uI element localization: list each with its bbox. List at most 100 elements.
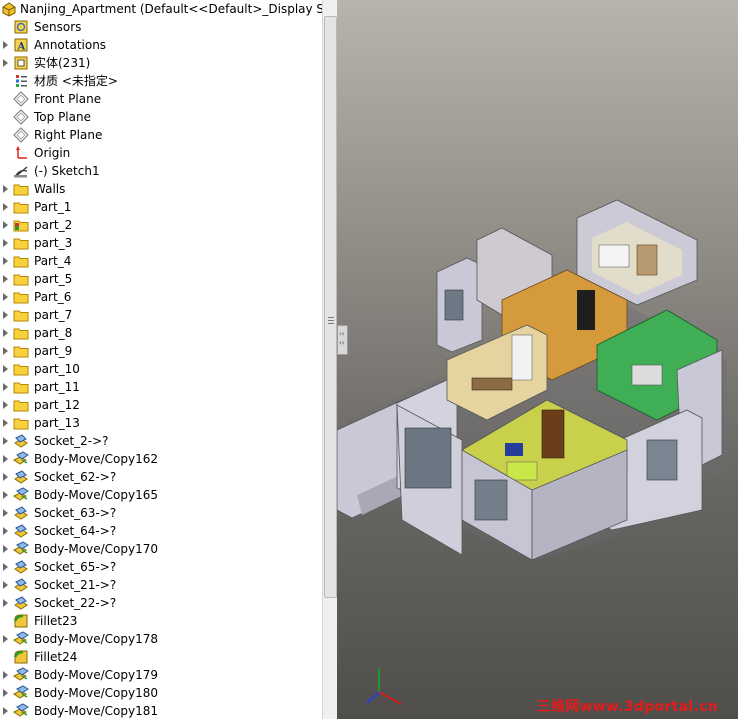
tree-item-label: Socket_65->?	[34, 560, 117, 574]
tree-item[interactable]: Body-Move/Copy181	[0, 702, 322, 719]
tree-item[interactable]: A Annotations	[0, 36, 322, 54]
expand-arrow-icon[interactable]	[0, 342, 12, 360]
expand-arrow-icon[interactable]	[0, 378, 12, 396]
tree-item[interactable]: Origin	[0, 144, 322, 162]
tree-item[interactable]: (-) Sketch1	[0, 162, 322, 180]
expand-arrow-icon[interactable]	[0, 558, 12, 576]
move-copy-icon	[12, 486, 30, 504]
tree-item-label: Body-Move/Copy165	[34, 488, 158, 502]
expand-arrow-icon[interactable]	[0, 396, 12, 414]
expand-arrow-icon[interactable]	[0, 414, 12, 432]
tree-item[interactable]: part_2	[0, 216, 322, 234]
tree-item[interactable]: 实体(231)	[0, 54, 322, 72]
tree-item[interactable]: 材质 <未指定>	[0, 72, 322, 90]
assembly-icon	[0, 0, 18, 18]
tree-item-label: Fillet23	[34, 614, 78, 628]
tree-item[interactable]: Body-Move/Copy162	[0, 450, 322, 468]
tree-item[interactable]: Walls	[0, 180, 322, 198]
tree-item[interactable]: part_10	[0, 360, 322, 378]
expand-arrow-icon[interactable]	[0, 684, 12, 702]
expand-arrow-icon[interactable]	[0, 468, 12, 486]
panel-collapse-handle[interactable]: ‹‹ ‹‹	[337, 325, 348, 355]
tree-item-label: Part_4	[34, 254, 72, 268]
tree-item-label: part_13	[34, 416, 80, 430]
tree-item[interactable]: Body-Move/Copy180	[0, 684, 322, 702]
tree-item[interactable]: Part_6	[0, 288, 322, 306]
tree-item[interactable]: part_13	[0, 414, 322, 432]
expand-arrow-icon[interactable]	[0, 306, 12, 324]
tree-item[interactable]: Body-Move/Copy178	[0, 630, 322, 648]
sensors-icon	[12, 18, 30, 36]
svg-text:A: A	[17, 42, 26, 53]
expand-arrow-icon[interactable]	[0, 288, 12, 306]
tree-item[interactable]: Right Plane	[0, 126, 322, 144]
tree-item[interactable]: part_11	[0, 378, 322, 396]
tree-item[interactable]: Socket_63->?	[0, 504, 322, 522]
apartment-3d-model[interactable]	[337, 0, 738, 719]
folder-icon	[12, 234, 30, 252]
tree-item[interactable]: Body-Move/Copy179	[0, 666, 322, 684]
expand-arrow-icon[interactable]	[0, 252, 12, 270]
expand-arrow-icon[interactable]	[0, 360, 12, 378]
tree-item-label: part_3	[34, 236, 73, 250]
expand-arrow-icon[interactable]	[0, 180, 12, 198]
expand-arrow-icon[interactable]	[0, 630, 12, 648]
tree-item[interactable]: Part_1	[0, 198, 322, 216]
tree-scrollbar[interactable]	[322, 0, 337, 719]
tree-item[interactable]: part_8	[0, 324, 322, 342]
tree-item-label: Body-Move/Copy170	[34, 542, 158, 556]
expand-arrow-icon[interactable]	[0, 216, 12, 234]
tree-item[interactable]: part_5	[0, 270, 322, 288]
tree-item-label: Socket_62->?	[34, 470, 117, 484]
tree-item[interactable]: Socket_22->?	[0, 594, 322, 612]
tree-item-label: Body-Move/Copy179	[34, 668, 158, 682]
solid-bodies-icon	[12, 54, 30, 72]
tree-item[interactable]: Socket_64->?	[0, 522, 322, 540]
scrollbar-thumb[interactable]	[324, 16, 337, 598]
tree-item-label: Socket_22->?	[34, 596, 117, 610]
tree-item[interactable]: Socket_2->?	[0, 432, 322, 450]
expand-arrow-icon[interactable]	[0, 666, 12, 684]
tree-item[interactable]: Socket_65->?	[0, 558, 322, 576]
folder-icon	[12, 342, 30, 360]
tree-item[interactable]: Fillet24	[0, 648, 322, 666]
tree-item[interactable]: part_12	[0, 396, 322, 414]
expand-arrow-icon[interactable]	[0, 234, 12, 252]
expand-arrow-icon[interactable]	[0, 486, 12, 504]
graphics-viewport[interactable]: 三维网www.3dportal.cn	[337, 0, 738, 719]
expand-arrow-icon[interactable]	[0, 432, 12, 450]
tree-item[interactable]: Front Plane	[0, 90, 322, 108]
tree-item[interactable]: part_3	[0, 234, 322, 252]
tree-item[interactable]: part_9	[0, 342, 322, 360]
expand-arrow-icon[interactable]	[0, 270, 12, 288]
tree-item[interactable]: Top Plane	[0, 108, 322, 126]
tree-item[interactable]: Part_4	[0, 252, 322, 270]
tree-item[interactable]: part_7	[0, 306, 322, 324]
expand-arrow-icon[interactable]	[0, 324, 12, 342]
expand-arrow-icon[interactable]	[0, 522, 12, 540]
expand-arrow-icon[interactable]	[0, 702, 12, 719]
expand-arrow-icon[interactable]	[0, 54, 12, 72]
expand-arrow-icon[interactable]	[0, 36, 12, 54]
expand-arrow-icon[interactable]	[0, 576, 12, 594]
tree-item-label: 实体(231)	[34, 56, 91, 70]
tree-item[interactable]: Fillet23	[0, 612, 322, 630]
expand-arrow-icon[interactable]	[0, 198, 12, 216]
tree-item[interactable]: Body-Move/Copy170	[0, 540, 322, 558]
tree-item[interactable]: Body-Move/Copy165	[0, 486, 322, 504]
tree-item-label: Body-Move/Copy162	[34, 452, 158, 466]
fillet-icon	[12, 612, 30, 630]
expand-arrow-icon[interactable]	[0, 594, 12, 612]
tree-root-item[interactable]: Nanjing_Apartment (Default<<Default>_Dis…	[0, 0, 322, 18]
expand-arrow-icon[interactable]	[0, 540, 12, 558]
sketch-icon	[12, 162, 30, 180]
move-copy-icon	[12, 684, 30, 702]
tree-item[interactable]: Sensors	[0, 18, 322, 36]
expand-arrow-icon[interactable]	[0, 450, 12, 468]
tree-item[interactable]: Socket_21->?	[0, 576, 322, 594]
tree-item-label: part_5	[34, 272, 73, 286]
expand-arrow-icon[interactable]	[0, 504, 12, 522]
material-icon	[12, 72, 30, 90]
tree-item[interactable]: Socket_62->?	[0, 468, 322, 486]
